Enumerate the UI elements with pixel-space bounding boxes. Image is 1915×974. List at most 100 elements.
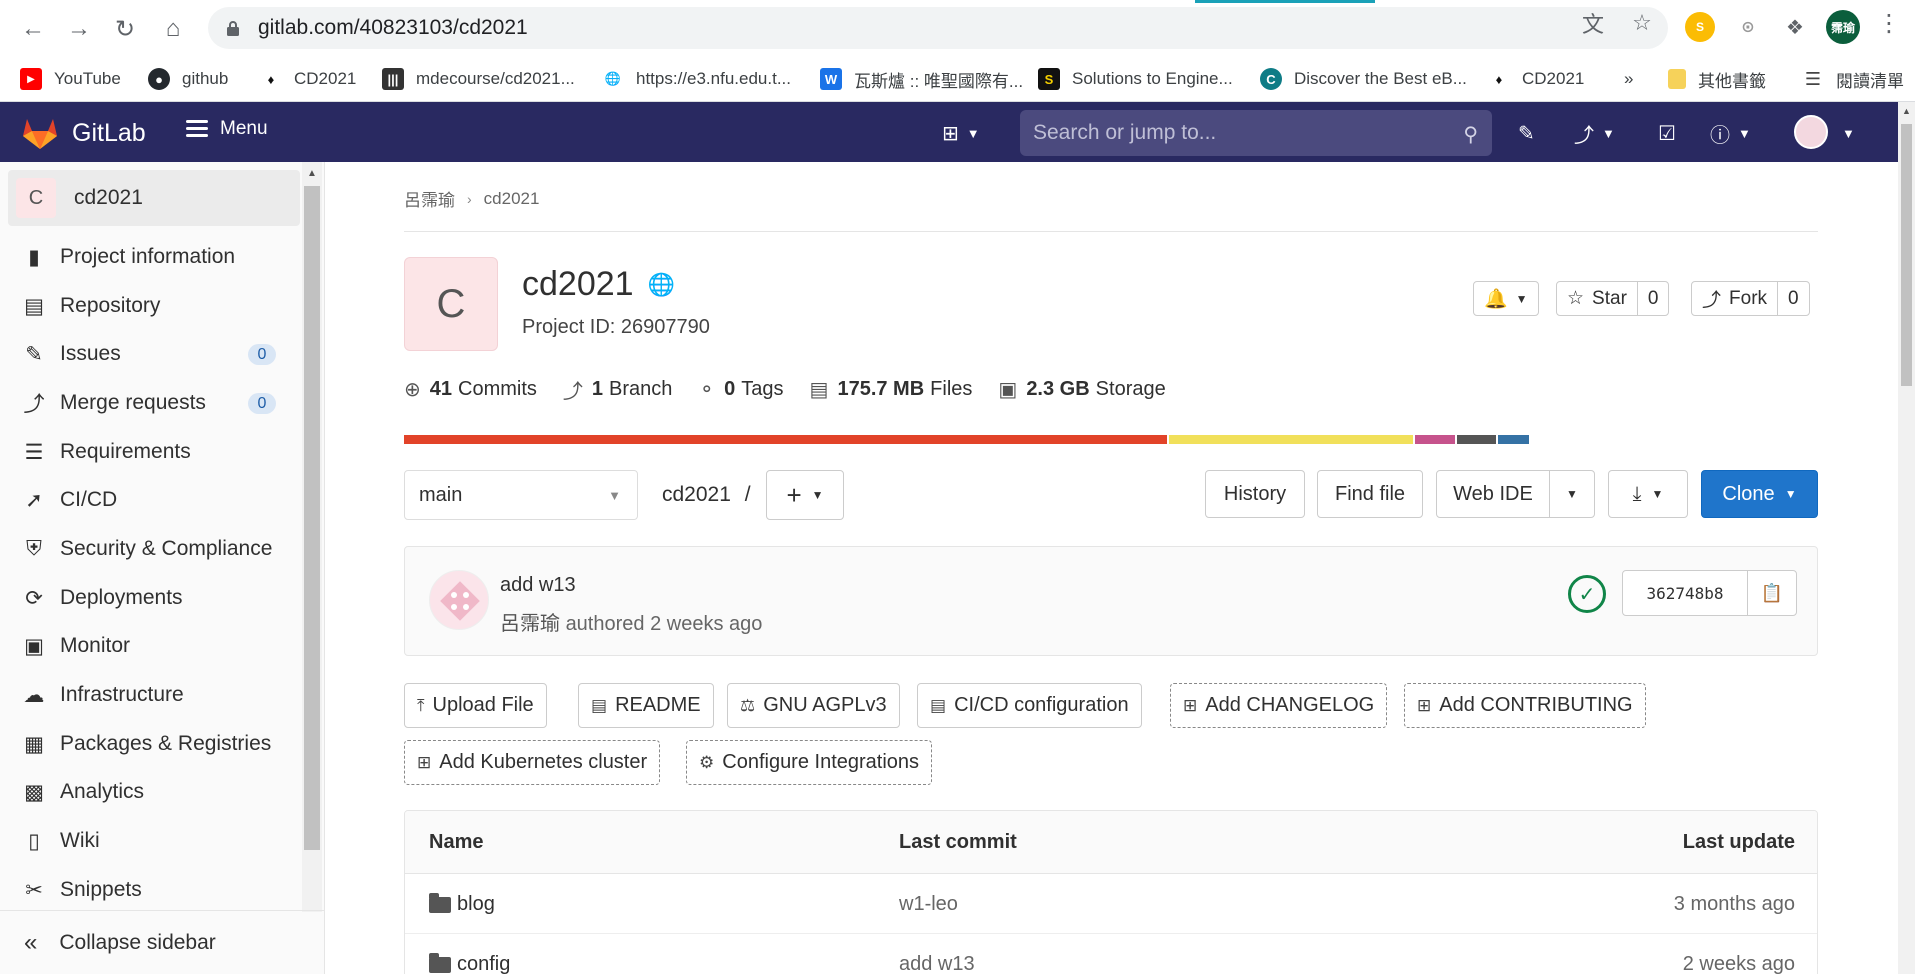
scroll-up-icon[interactable]: ▲ — [307, 168, 317, 179]
copy-clipboard-icon[interactable]: 📋 — [1748, 571, 1796, 615]
table-row[interactable]: blog w1-leo 3 months ago — [405, 874, 1817, 934]
sidebar-item-monitor[interactable]: ▣ Monitor — [22, 626, 292, 666]
history-button[interactable]: History — [1205, 470, 1305, 518]
sidebar-item-packages-registries[interactable]: ▦ Packages & Registries — [22, 724, 292, 764]
commit-sha[interactable]: 362748b8 — [1623, 571, 1748, 615]
forward-arrow-icon[interactable]: → — [62, 12, 96, 46]
tags-stat[interactable]: ⚬ 0 Tags — [698, 377, 783, 402]
collapse-sidebar-label: Collapse sidebar — [59, 930, 216, 954]
sidebar-item-snippets[interactable]: ✂ Snippets — [22, 870, 292, 910]
browser-menu-icon[interactable]: ⋮ — [1876, 10, 1902, 37]
issues-icon[interactable]: ✎ — [1518, 118, 1535, 148]
sidebar-item-project-information[interactable]: ▮ Project information — [22, 237, 292, 277]
add-changelog-button[interactable]: ⊞ Add CHANGELOG — [1170, 683, 1388, 728]
bookmarks-overflow[interactable]: » — [1624, 64, 1633, 94]
todos-icon[interactable]: ☑ — [1658, 118, 1676, 148]
sidebar-item-repository[interactable]: ▤ Repository — [22, 286, 292, 326]
bookmark-github[interactable]: ● github — [148, 64, 228, 94]
bookmark-cd2021[interactable]: ♦ CD2021 — [260, 64, 357, 94]
home-icon[interactable]: ⌂ — [156, 12, 190, 46]
translate-icon[interactable]: 文 — [1580, 10, 1606, 37]
files-stat[interactable]: ▤ 175.7 MB Files — [810, 377, 973, 402]
bookmark-gas[interactable]: W 瓦斯爐 :: 唯聖國際有... — [820, 64, 1023, 94]
search-input[interactable]: Search or jump to... ⚲ — [1020, 110, 1492, 156]
user-avatar[interactable] — [1794, 115, 1828, 149]
bookmark-star-icon[interactable]: ☆ — [1629, 10, 1655, 36]
readme-button[interactable]: ▤ README — [578, 683, 714, 728]
back-arrow-icon[interactable]: ← — [16, 12, 50, 46]
sidebar-project[interactable]: C cd2021 — [8, 170, 300, 226]
sidebar-item-security-compliance[interactable]: ⛨ Security & Compliance — [22, 529, 292, 569]
add-kubernetes-cluster-button[interactable]: ⊞ Add Kubernetes cluster — [404, 740, 661, 785]
branch-selector[interactable]: main ▼ — [404, 470, 638, 520]
sidebar-item-infrastructure[interactable]: ☁ Infrastructure — [22, 675, 292, 715]
find-file-button[interactable]: Find file — [1317, 470, 1423, 518]
profile-avatar[interactable]: 霈瑜 — [1826, 10, 1860, 44]
fork-count[interactable]: 0 — [1777, 282, 1809, 315]
gitlab-home-link[interactable]: GitLab — [22, 116, 146, 150]
upload-file-button[interactable]: ⤒ Upload File — [404, 683, 547, 728]
bookmark-solutions[interactable]: S Solutions to Engine... — [1038, 64, 1233, 94]
scrollbar-thumb[interactable] — [304, 186, 320, 850]
project-stats: ⊕ 41 Commits ⤴ 1 Branch ⚬ 0 Tags ▤ 175.7 MB File… — [404, 375, 1192, 404]
bookmark-youtube[interactable]: ▶ YouTube — [20, 64, 121, 94]
file-name-cell[interactable]: config — [429, 952, 510, 974]
add-to-tree-dropdown[interactable]: + ▼ — [766, 470, 844, 520]
bookmark-discover[interactable]: C Discover the Best eB... — [1260, 64, 1467, 94]
bookmark-mdecourse[interactable]: ||| mdecourse/cd2021... — [382, 64, 575, 94]
address-bar[interactable]: gitlab.com/40823103/cd2021 — [208, 7, 1668, 49]
merge-requests-dropdown[interactable]: ⤴ ▼ — [1574, 118, 1615, 148]
storage-stat[interactable]: ▣ 2.3 GB Storage — [998, 377, 1165, 402]
deploy-icon: ⟳ — [25, 586, 43, 610]
collapse-sidebar-button[interactable]: « Collapse sidebar — [0, 910, 325, 974]
help-dropdown[interactable]: ⓘ ▼ — [1710, 118, 1751, 148]
notification-dropdown[interactable]: 🔔 ▼ — [1473, 281, 1539, 316]
reload-icon[interactable]: ↻ — [108, 12, 142, 46]
scrollbar-thumb[interactable] — [1901, 124, 1912, 386]
star-count[interactable]: 0 — [1636, 282, 1669, 315]
clone-dropdown[interactable]: Clone ▼ — [1701, 470, 1818, 518]
file-commit-cell[interactable]: w1-leo — [899, 893, 958, 916]
bookmark-other[interactable]: 其他書籤 — [1668, 64, 1766, 94]
bookmark-cd2021-2[interactable]: ♦ CD2021 — [1488, 64, 1585, 94]
menu-button[interactable]: Menu — [186, 118, 268, 140]
sidebar-item-merge-requests[interactable]: ⤴ Merge requests 0 — [22, 383, 292, 423]
add-contributing-button[interactable]: ⊞ Add CONTRIBUTING — [1404, 683, 1646, 728]
extensions-puzzle-icon[interactable]: ❖ — [1780, 12, 1810, 42]
commit-title[interactable]: add w13 — [500, 574, 576, 597]
pipeline-passed-icon[interactable]: ✓ — [1568, 575, 1606, 613]
reading-list[interactable]: ☰ 閱讀清單 — [1802, 64, 1904, 94]
bookmark-e3[interactable]: 🌐 https://e3.nfu.edu.t... — [602, 64, 791, 94]
file-commit-cell[interactable]: add w13 — [899, 953, 975, 974]
sidebar-item-wiki[interactable]: ▯ Wiki — [22, 821, 292, 861]
commits-stat[interactable]: ⊕ 41 Commits — [404, 377, 537, 402]
fork-button[interactable]: ⤴ Fork 0 — [1691, 281, 1810, 316]
scroll-up-icon[interactable]: ▲ — [1902, 106, 1911, 116]
breadcrumb-project[interactable]: cd2021 — [484, 189, 540, 209]
extension-eye-icon[interactable]: ⊙ — [1733, 12, 1763, 42]
repo-path-root[interactable]: cd2021 — [662, 483, 731, 506]
sidebar-item-requirements[interactable]: ☰ Requirements — [22, 432, 292, 472]
sidebar-item-issues[interactable]: ✎ Issues 0 — [22, 334, 292, 374]
web-ide-button[interactable]: Web IDE — [1436, 470, 1550, 518]
file-name-cell[interactable]: blog — [429, 892, 495, 916]
breadcrumb-owner[interactable]: 呂霈瑜 — [404, 186, 455, 211]
commit-author[interactable]: 呂霈瑜 — [500, 613, 560, 635]
branch-stat[interactable]: ⤴ 1 Branch — [563, 375, 673, 404]
license-button[interactable]: ⚖ GNU AGPLv3 — [727, 683, 900, 728]
table-row[interactable]: config add w13 2 weeks ago — [405, 934, 1817, 974]
user-menu-chevron[interactable]: ▼ — [1834, 118, 1855, 148]
web-ide-dropdown[interactable]: ▼ — [1549, 470, 1595, 518]
configure-integrations-button[interactable]: ⚙ Configure Integrations — [686, 740, 933, 785]
ci-cd-configuration-button[interactable]: ▤ CI/CD configuration — [917, 683, 1142, 728]
sidebar-scrollbar[interactable]: ▲ — [302, 162, 322, 912]
star-button[interactable]: ☆ Star 0 — [1556, 281, 1670, 316]
sidebar-item-ci-cd[interactable]: ➚ CI/CD — [22, 480, 292, 520]
new-dropdown[interactable]: ⊞ ▼ — [942, 118, 980, 148]
sidebar-item-deployments[interactable]: ⟳ Deployments — [22, 578, 292, 618]
commit-author-avatar[interactable] — [429, 570, 489, 630]
extension-s-icon[interactable]: S — [1685, 12, 1715, 42]
page-scrollbar[interactable]: ▲ — [1898, 102, 1915, 974]
sidebar-item-analytics[interactable]: ▩ Analytics — [22, 772, 292, 812]
download-dropdown[interactable]: ⤓ ▼ — [1608, 470, 1688, 518]
